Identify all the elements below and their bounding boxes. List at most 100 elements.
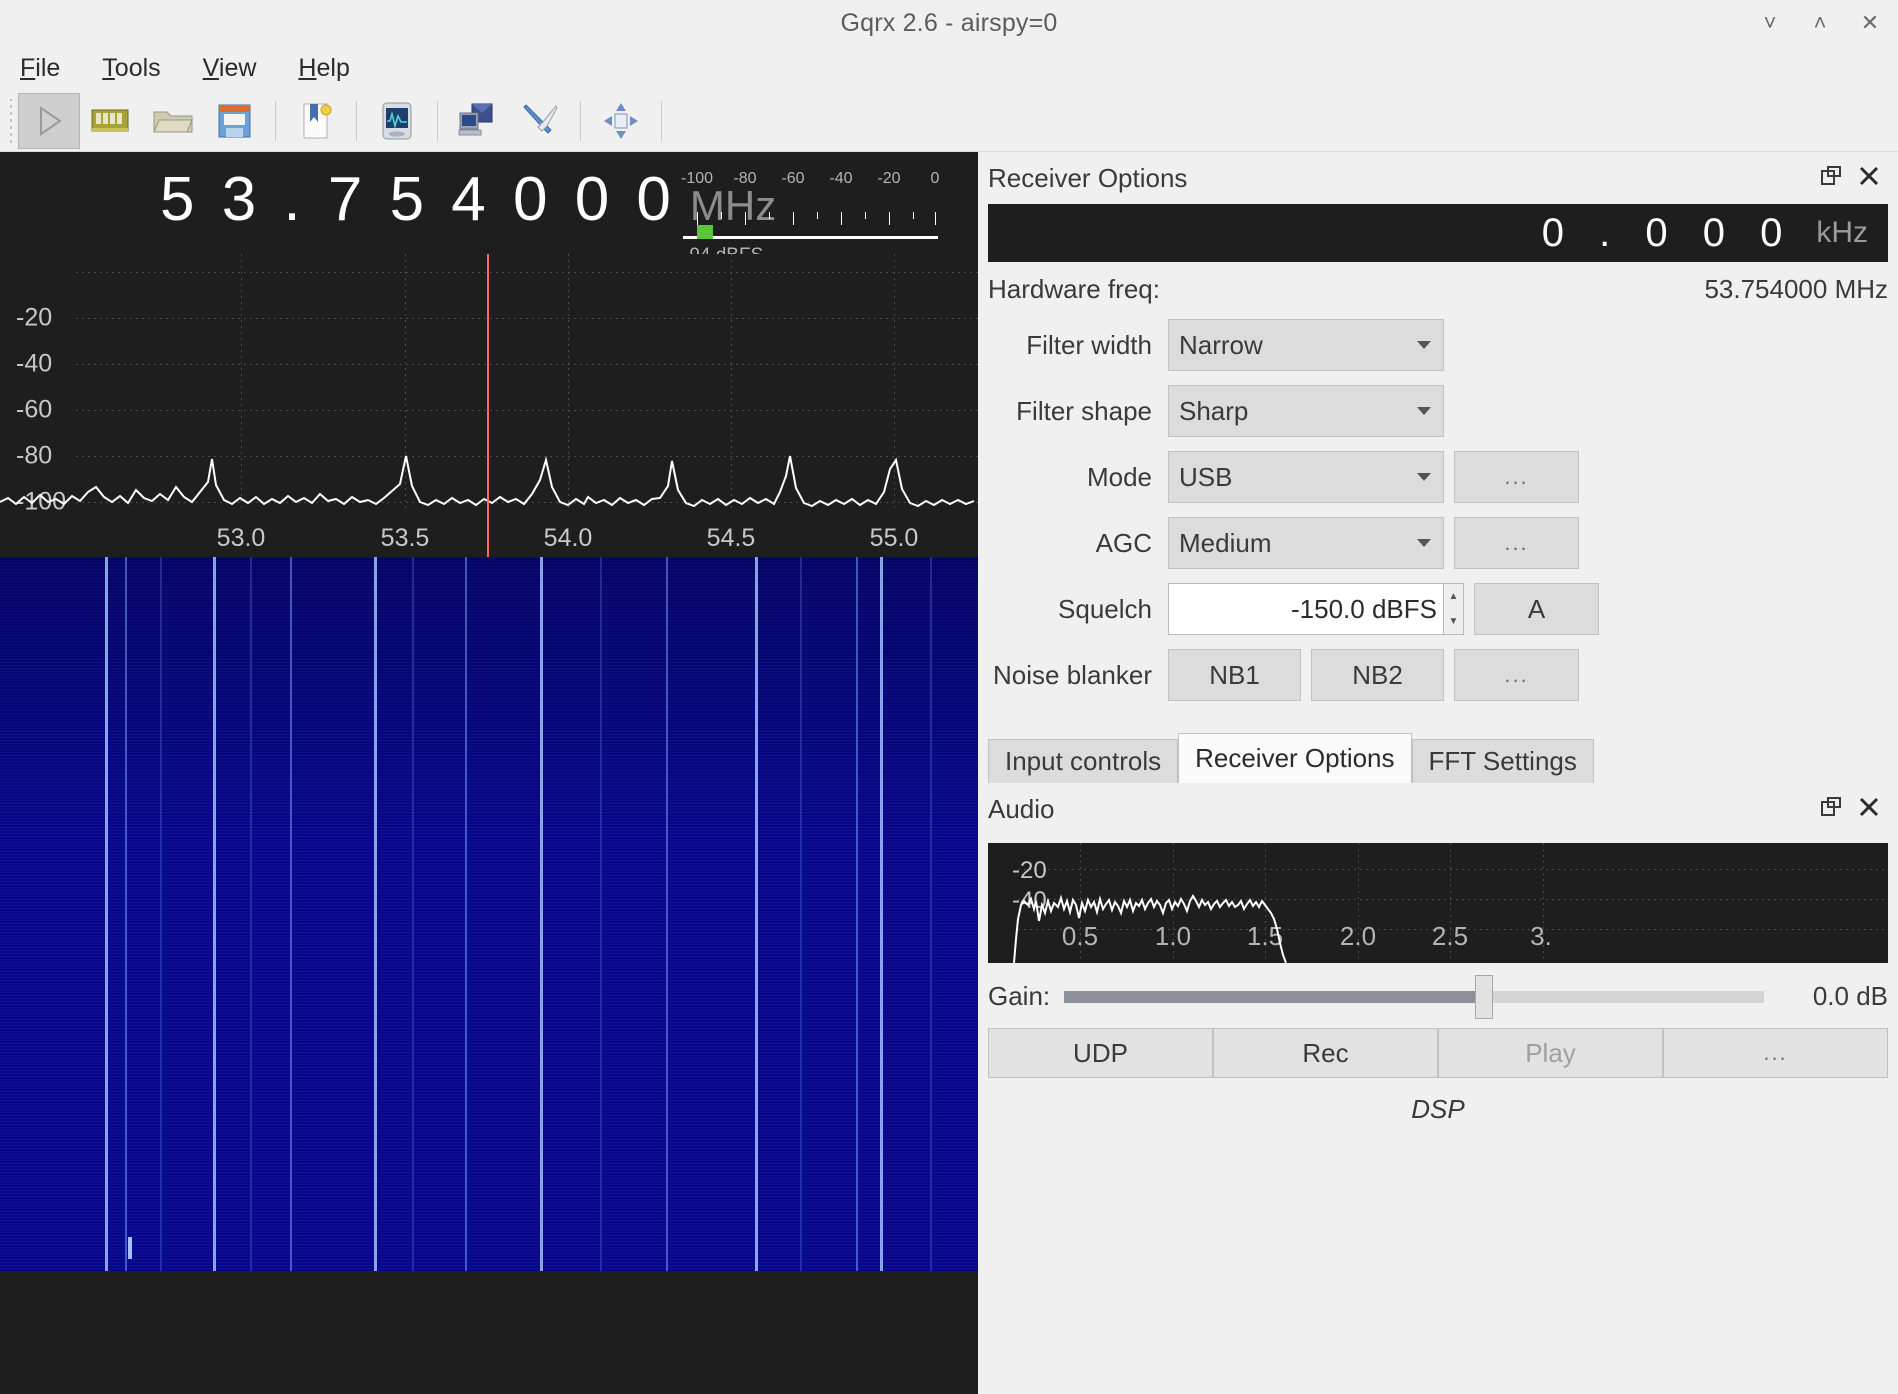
audio-spectrum-plot[interactable]: -20 -40 0.5 1.0 1.5 2.0 2.5 3.: [988, 843, 1888, 963]
filter-width-label: Filter width: [988, 330, 1158, 361]
undock-icon[interactable]: [1820, 165, 1842, 192]
dsp-monitor-button[interactable]: [366, 93, 428, 149]
noise-blanker-row: Noise blanker NB1 NB2 ...: [988, 649, 1888, 701]
four-arrows-icon: [602, 101, 640, 141]
audio-header: Audio: [978, 783, 1898, 835]
meter-label-m40: -40: [829, 170, 852, 188]
close-icon[interactable]: ✕: [1860, 12, 1880, 34]
signal-meter-fill: [697, 225, 713, 239]
hardware-freq-label: Hardware freq:: [988, 274, 1704, 305]
udp-button[interactable]: UDP: [988, 1028, 1213, 1078]
menu-file[interactable]: File: [16, 52, 64, 85]
agc-label: AGC: [988, 528, 1158, 559]
toolbar-separator-4: [580, 101, 581, 141]
menu-tools-rest: ools: [115, 54, 161, 82]
filter-width-row: Filter width Narrow: [988, 319, 1888, 371]
main-frequency-value: 5 3 . 7 5 4 0 0 0: [160, 165, 676, 234]
audio-gain-knob[interactable]: [1475, 975, 1493, 1019]
tab-fft-settings[interactable]: FFT Settings: [1412, 739, 1594, 783]
mode-label: Mode: [988, 462, 1158, 493]
menu-file-rest: ile: [35, 54, 60, 82]
mode-value: USB: [1179, 462, 1232, 493]
tab-receiver-options[interactable]: Receiver Options: [1178, 733, 1411, 783]
dock-tabs: Input controls Receiver Options FFT Sett…: [988, 733, 1888, 783]
tab-input-controls[interactable]: Input controls: [988, 739, 1178, 783]
spectrum-pane[interactable]: 5 3 . 7 5 4 0 0 0MHz -100 -80 -60 -40 -2…: [0, 152, 978, 1394]
start-dsp-button[interactable]: [18, 93, 80, 149]
play-button[interactable]: Play: [1438, 1028, 1663, 1078]
maximize-icon[interactable]: ˄: [1810, 12, 1830, 34]
agc-options-button[interactable]: ...: [1454, 517, 1579, 569]
menu-help[interactable]: Help: [294, 52, 353, 85]
fullscreen-button[interactable]: [590, 93, 652, 149]
close-icon[interactable]: [1858, 796, 1880, 823]
minimize-icon[interactable]: ˅: [1760, 12, 1780, 34]
audio-title: Audio: [988, 794, 1804, 825]
fft-cursor-line[interactable]: [487, 254, 489, 557]
audio-gain-value: 0.0 dB: [1778, 981, 1888, 1012]
menu-bar: File Tools View Help: [0, 46, 1898, 90]
configure-button[interactable]: [509, 93, 571, 149]
noise-blanker-options-button[interactable]: ...: [1454, 649, 1579, 701]
squelch-stepper[interactable]: ▲ ▼: [1444, 583, 1464, 635]
toolbar-grip[interactable]: [6, 99, 16, 143]
waterfall-display[interactable]: [0, 557, 978, 1271]
rec-button[interactable]: Rec: [1213, 1028, 1438, 1078]
hardware-freq-value: 53.754000 MHz: [1704, 274, 1888, 305]
hardware-chip-icon: [89, 104, 133, 138]
chevron-down-icon: [1417, 407, 1431, 415]
squelch-value: -150.0 dBFS: [1291, 594, 1437, 625]
select-device-button[interactable]: [80, 93, 142, 149]
chevron-down-icon: [1417, 539, 1431, 547]
mode-combo[interactable]: USB: [1168, 451, 1444, 503]
filter-width-combo[interactable]: Narrow: [1168, 319, 1444, 371]
mode-options-button[interactable]: ...: [1454, 451, 1579, 503]
bookmarks-button[interactable]: [285, 93, 347, 149]
audio-trace: [988, 843, 1888, 963]
meter-label-m60: -60: [781, 170, 804, 188]
nb1-button[interactable]: NB1: [1168, 649, 1301, 701]
audio-gain-slider[interactable]: [1064, 991, 1764, 1003]
squelch-input[interactable]: -150.0 dBFS: [1168, 583, 1444, 635]
load-settings-button[interactable]: [142, 93, 204, 149]
right-dock: Receiver Options 0 . 0 0 0 kHz Hardware …: [978, 152, 1898, 1394]
fft-header-area: 5 3 . 7 5 4 0 0 0MHz -100 -80 -60 -40 -2…: [0, 152, 978, 557]
audio-gain-label: Gain:: [988, 981, 1050, 1012]
play-icon: [35, 105, 63, 137]
bookmark-icon: [297, 101, 335, 141]
menu-view[interactable]: View: [199, 52, 261, 85]
remote-control-button[interactable]: [447, 93, 509, 149]
audio-options-button[interactable]: ...: [1663, 1028, 1888, 1078]
meter-label-m100: -100: [681, 170, 713, 188]
signal-meter-ticks: [683, 212, 938, 225]
agc-value: Medium: [1179, 528, 1271, 559]
spin-down-icon[interactable]: ▼: [1444, 609, 1463, 634]
open-folder-icon: [151, 104, 195, 138]
nb2-button[interactable]: NB2: [1311, 649, 1444, 701]
menu-tools[interactable]: Tools: [98, 52, 164, 85]
spin-up-icon[interactable]: ▲: [1444, 584, 1463, 609]
save-settings-button[interactable]: [204, 93, 266, 149]
squelch-auto-button[interactable]: A: [1474, 583, 1599, 635]
filter-shape-combo[interactable]: Sharp: [1168, 385, 1444, 437]
signal-meter-scale: -100 -80 -60 -40 -20 0: [683, 170, 938, 192]
squelch-label: Squelch: [988, 594, 1158, 625]
menu-help-rest: elp: [316, 54, 349, 82]
mode-row: Mode USB ...: [988, 451, 1888, 503]
window-controls: ˅ ˄ ✕: [1760, 0, 1880, 46]
agc-row: AGC Medium ...: [988, 517, 1888, 569]
title-bar: Gqrx 2.6 - airspy=0 ˅ ˄ ✕: [0, 0, 1898, 46]
main-split: 5 3 . 7 5 4 0 0 0MHz -100 -80 -60 -40 -2…: [0, 152, 1898, 1394]
fft-xlabel-545: 54.5: [707, 524, 756, 553]
signal-monitor-icon: [379, 101, 415, 141]
close-icon[interactable]: [1858, 165, 1880, 192]
fft-plot[interactable]: -20 -40 -60 -80 -100 53.0 53.5 54.0 54.5…: [0, 254, 978, 557]
offset-frequency-display[interactable]: 0 . 0 0 0 kHz: [988, 204, 1888, 262]
chevron-down-icon: [1417, 341, 1431, 349]
receiver-options-title: Receiver Options: [988, 163, 1804, 194]
hardware-freq-row: Hardware freq: 53.754000 MHz: [988, 274, 1888, 305]
noise-blanker-label: Noise blanker: [988, 660, 1158, 691]
agc-combo[interactable]: Medium: [1168, 517, 1444, 569]
undock-icon[interactable]: [1820, 796, 1842, 823]
meter-label-0: 0: [931, 170, 940, 188]
